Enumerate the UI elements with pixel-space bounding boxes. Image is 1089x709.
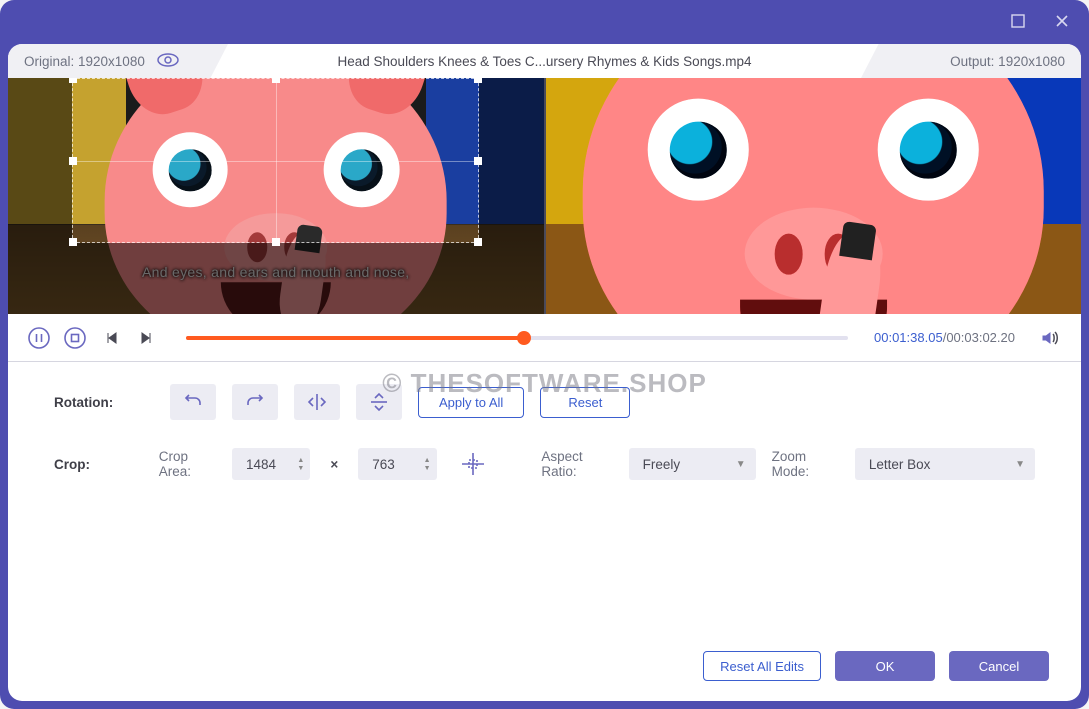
crop-area-label: Crop Area: — [159, 449, 216, 479]
close-button[interactable] — [1047, 6, 1077, 36]
content-panel: Original: 1920x1080 Head Shoulders Knees… — [8, 44, 1081, 701]
crop-handle-br[interactable] — [474, 238, 482, 246]
original-resolution: Original: 1920x1080 — [8, 44, 228, 78]
apply-to-all-button[interactable]: Apply to All — [418, 387, 524, 418]
crop-handle-ml[interactable] — [69, 157, 77, 165]
ok-button[interactable]: OK — [835, 651, 935, 681]
seek-fill — [186, 336, 524, 340]
titlebar — [0, 0, 1089, 44]
controls-area: Rotation: Apply to All Reset Crop: Cr — [8, 362, 1081, 492]
cancel-button[interactable]: Cancel — [949, 651, 1049, 681]
zoom-mode-select[interactable]: Letter Box ▼ — [855, 448, 1035, 480]
filename-label: Head Shoulders Knees & Toes C...ursery R… — [228, 54, 861, 69]
crop-handle-mr[interactable] — [474, 157, 482, 165]
aspect-ratio-value: Freely — [643, 457, 681, 472]
rotate-right-button[interactable] — [232, 384, 278, 420]
reset-all-edits-button[interactable]: Reset All Edits — [703, 651, 821, 681]
rotation-row: Rotation: Apply to All Reset — [54, 384, 1035, 420]
crop-width-stepper[interactable]: ▲▼ — [232, 448, 310, 480]
timecode: 00:01:38.05/00:03:02.20 — [874, 330, 1015, 345]
stop-button[interactable] — [62, 325, 88, 351]
next-frame-button[interactable] — [134, 325, 160, 351]
crop-handle-tl[interactable] — [69, 78, 77, 83]
rotation-label: Rotation: — [54, 395, 154, 410]
original-resolution-label: Original: 1920x1080 — [24, 54, 145, 69]
rotate-left-button[interactable] — [170, 384, 216, 420]
flip-vertical-button[interactable] — [356, 384, 402, 420]
zoom-mode-value: Letter Box — [869, 457, 931, 472]
preview-output — [544, 78, 1082, 314]
preview-original[interactable]: And eyes, and ears and mouth and nose, — [8, 78, 544, 314]
subtitle-text: And eyes, and ears and mouth and nose, — [8, 264, 544, 280]
crop-handle-bl[interactable] — [69, 238, 77, 246]
prev-frame-button[interactable] — [98, 325, 124, 351]
crop-label: Crop: — [54, 457, 143, 472]
chevron-down-icon: ▼ — [1015, 459, 1025, 470]
chevron-down-icon: ▼ — [736, 459, 746, 470]
preview-toggle-icon[interactable] — [157, 53, 179, 70]
reset-rotation-button[interactable]: Reset — [540, 387, 630, 418]
volume-button[interactable] — [1037, 325, 1063, 351]
editor-window: Rotate & Crop Effect & Filter Watermark … — [0, 0, 1089, 709]
dialog-footer: Reset All Edits OK Cancel — [8, 637, 1081, 701]
info-bar: Original: 1920x1080 Head Shoulders Knees… — [8, 44, 1081, 78]
crop-height-stepper[interactable]: ▲▼ — [358, 448, 436, 480]
crop-row: Crop: Crop Area: ▲▼ × ▲▼ Aspect Ratio: F… — [54, 446, 1035, 482]
flip-horizontal-button[interactable] — [294, 384, 340, 420]
video-frame-output — [546, 78, 1082, 314]
seek-slider[interactable] — [186, 336, 848, 340]
pause-button[interactable] — [26, 325, 52, 351]
output-resolution: Output: 1920x1080 — [861, 44, 1081, 78]
center-crop-button[interactable] — [453, 446, 494, 482]
playback-bar: 00:01:38.05/00:03:02.20 — [8, 314, 1081, 362]
crop-handle-bm[interactable] — [272, 238, 280, 246]
crop-handle-tm[interactable] — [272, 78, 280, 83]
crop-width-input[interactable] — [244, 456, 288, 473]
crop-rectangle[interactable] — [72, 78, 479, 243]
output-resolution-label: Output: 1920x1080 — [950, 54, 1065, 69]
times-icon: × — [330, 457, 338, 472]
aspect-ratio-label: Aspect Ratio: — [541, 449, 612, 479]
current-time: 00:01:38.05 — [874, 330, 943, 345]
crop-width-arrows[interactable]: ▲▼ — [297, 457, 304, 472]
crop-handle-tr[interactable] — [474, 78, 482, 83]
crop-height-input[interactable] — [370, 456, 414, 473]
minimize-button[interactable] — [1003, 6, 1033, 36]
zoom-mode-label: Zoom Mode: — [772, 449, 839, 479]
crop-height-arrows[interactable]: ▲▼ — [424, 457, 431, 472]
preview-row: And eyes, and ears and mouth and nose, — [8, 78, 1081, 314]
seek-thumb[interactable] — [517, 331, 531, 345]
aspect-ratio-select[interactable]: Freely ▼ — [629, 448, 756, 480]
total-time: 00:03:02.20 — [946, 330, 1015, 345]
